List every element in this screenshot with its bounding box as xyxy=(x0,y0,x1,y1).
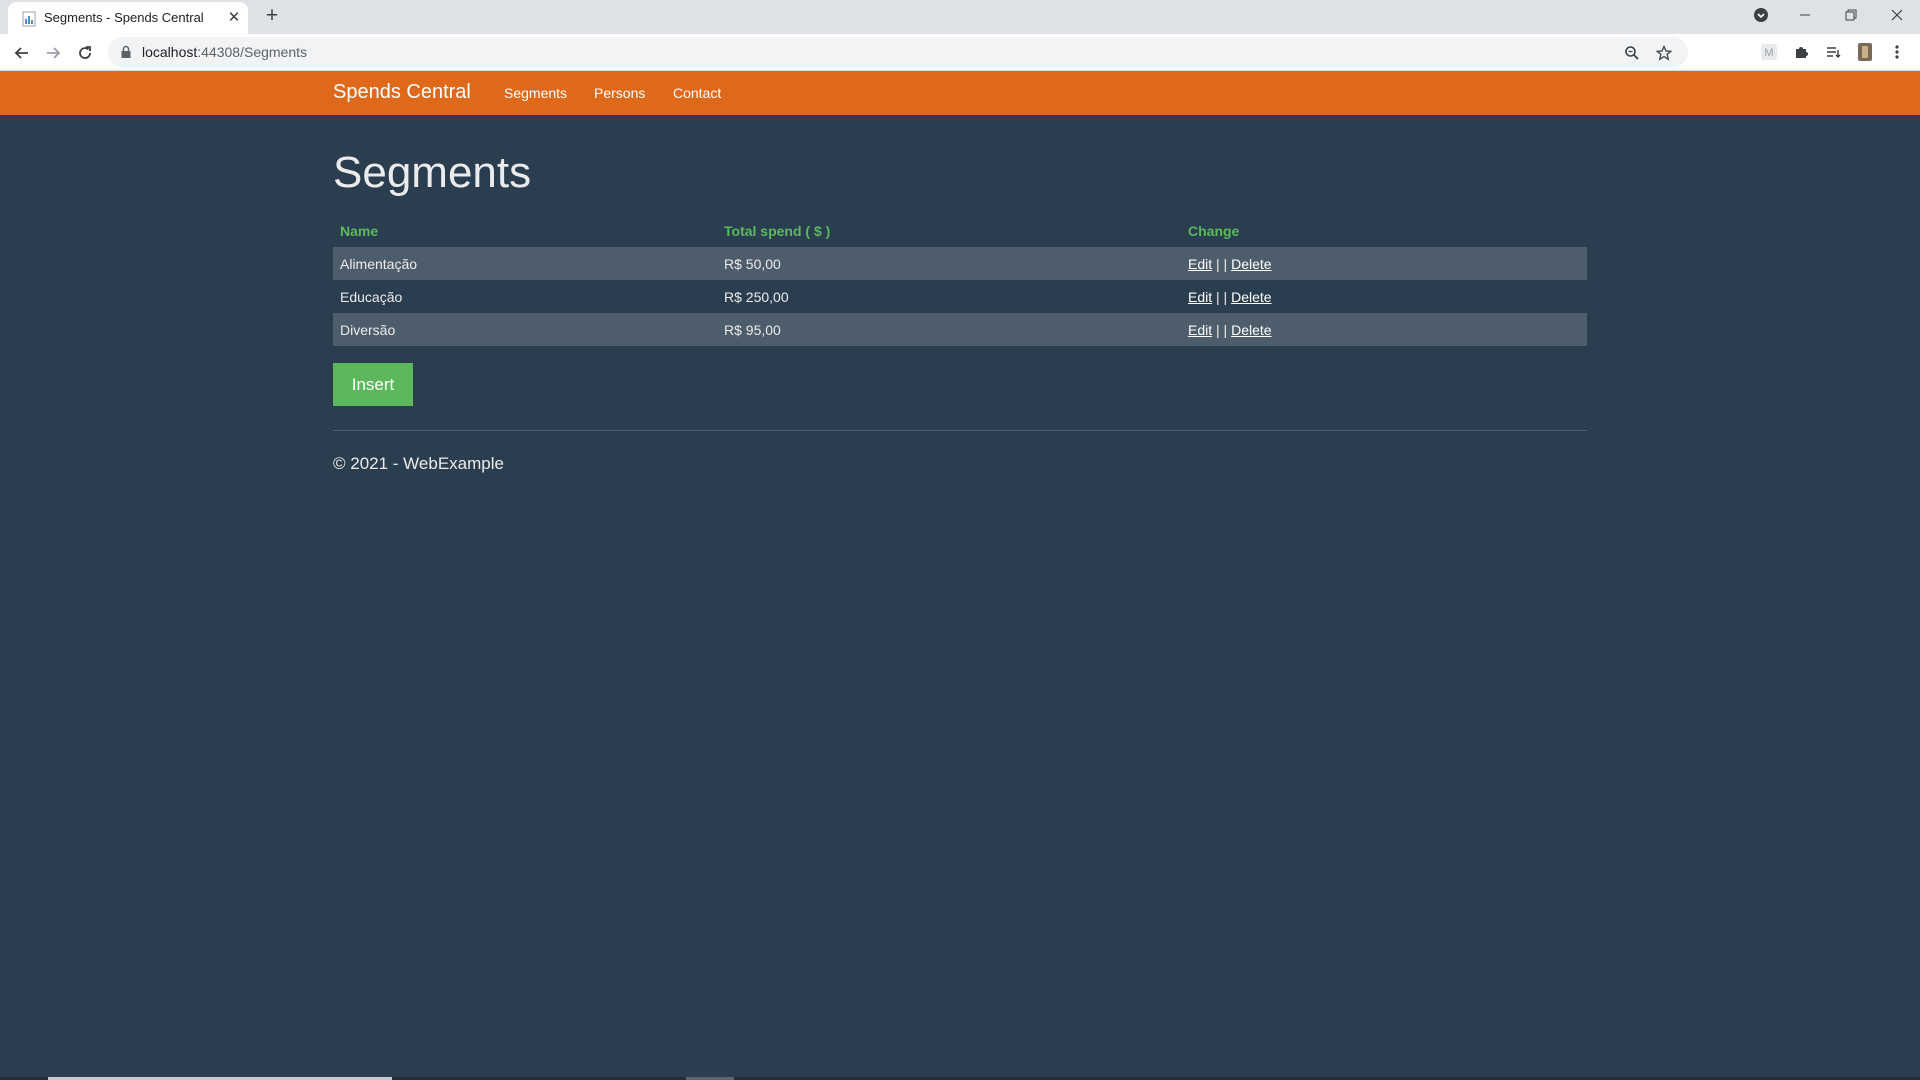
separator: | | xyxy=(1212,321,1232,338)
change-cell: Edit | | Delete xyxy=(1181,313,1587,346)
page-favicon-icon xyxy=(22,11,36,27)
segment-total: R$ 50,00 xyxy=(717,247,1181,280)
segments-table: Name Total spend ( $ ) Change Alimentaçã… xyxy=(333,214,1587,346)
back-icon[interactable] xyxy=(8,39,36,67)
url-host: localhost xyxy=(142,44,198,60)
browser-tab[interactable]: Segments - Spends Central ✕ xyxy=(8,2,248,34)
extensions-puzzle-icon[interactable] xyxy=(1790,41,1812,63)
zoom-icon[interactable] xyxy=(1623,44,1641,62)
change-cell: Edit | | Delete xyxy=(1181,280,1587,313)
browser-tab-strip: Segments - Spends Central ✕ + xyxy=(0,0,1920,34)
browser-menu-icon[interactable] xyxy=(1886,41,1908,63)
segment-name: Diversão xyxy=(333,313,717,346)
browser-toolbar: localhost:44308/Segments M xyxy=(0,34,1920,71)
tab-search-icon[interactable] xyxy=(1738,0,1784,30)
header-total-spend: Total spend ( $ ) xyxy=(724,222,831,239)
nav-link-persons[interactable]: Persons xyxy=(594,85,645,101)
segment-name: Alimentação xyxy=(333,247,717,280)
minimize-icon[interactable] xyxy=(1782,0,1828,30)
lock-icon[interactable] xyxy=(120,45,132,59)
page-title: Segments xyxy=(333,148,532,197)
edit-link[interactable]: Edit xyxy=(1188,289,1212,305)
url-path: :44308/Segments xyxy=(197,44,308,60)
edit-link[interactable]: Edit xyxy=(1188,322,1212,338)
address-bar[interactable]: localhost:44308/Segments xyxy=(108,37,1688,67)
delete-link[interactable]: Delete xyxy=(1231,322,1271,338)
insert-button[interactable]: Insert xyxy=(333,363,413,406)
separator: | | xyxy=(1212,255,1232,272)
reading-list-icon[interactable] xyxy=(1822,41,1844,63)
restore-icon[interactable] xyxy=(1828,0,1874,30)
segment-total: R$ 95,00 xyxy=(717,313,1181,346)
close-window-icon[interactable] xyxy=(1874,0,1920,30)
edit-link[interactable]: Edit xyxy=(1188,256,1212,272)
delete-link[interactable]: Delete xyxy=(1231,289,1271,305)
footer-copyright: © 2021 - WebExample xyxy=(333,454,504,473)
profile-avatar[interactable] xyxy=(1854,41,1876,63)
tab-title: Segments - Spends Central xyxy=(44,10,204,25)
footer-divider xyxy=(333,430,1587,431)
close-tab-icon[interactable]: ✕ xyxy=(224,8,244,28)
change-cell: Edit | | Delete xyxy=(1181,247,1587,280)
header-name: Name xyxy=(340,222,379,239)
nav-link-contact[interactable]: Contact xyxy=(673,85,721,101)
segment-name: Educação xyxy=(340,288,403,305)
brand-link[interactable]: Spends Central xyxy=(333,81,471,104)
url-text[interactable]: localhost:44308/Segments xyxy=(142,44,307,60)
table-row: Diversão R$ 95,00 Edit | | Delete xyxy=(333,313,1587,346)
site-navbar: Spends Central Segments Persons Contact xyxy=(0,71,1920,115)
reload-icon[interactable] xyxy=(71,39,99,67)
table-header-row: Name Total spend ( $ ) Change xyxy=(333,214,1587,247)
separator: | | xyxy=(1212,288,1232,305)
table-row: Alimentação R$ 50,00 Edit | | Delete xyxy=(333,247,1587,280)
svg-text:M: M xyxy=(1764,47,1773,59)
segment-total: R$ 250,00 xyxy=(724,288,789,305)
extension-m-icon[interactable]: M xyxy=(1758,41,1780,63)
forward-icon[interactable] xyxy=(39,39,67,67)
bookmark-star-icon[interactable] xyxy=(1655,44,1673,62)
nav-link-segments[interactable]: Segments xyxy=(504,85,567,101)
new-tab-icon[interactable]: + xyxy=(260,5,284,29)
table-row: Educação R$ 250,00 Edit | | Delete xyxy=(333,280,1587,313)
delete-link[interactable]: Delete xyxy=(1231,256,1271,272)
header-change: Change xyxy=(1188,222,1240,239)
